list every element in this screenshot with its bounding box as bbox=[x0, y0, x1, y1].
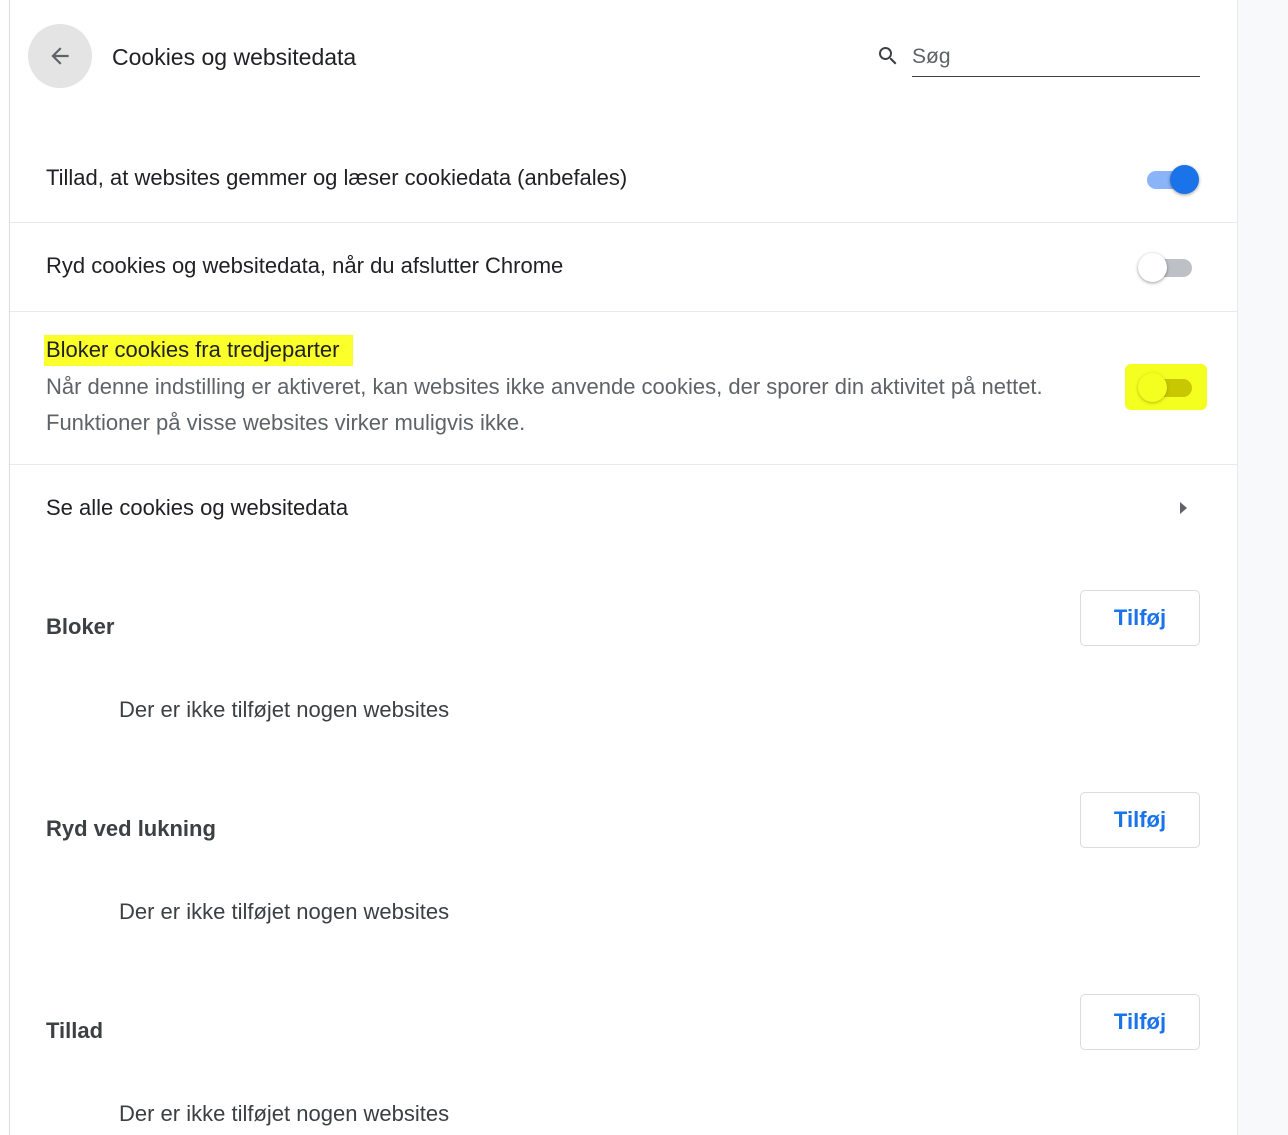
block-third-party-label: Bloker cookies fra tredjeparter bbox=[44, 335, 354, 366]
add-clear-on-exit-button[interactable]: Tilføj bbox=[1080, 792, 1200, 848]
clear-on-exit-toggle[interactable] bbox=[1138, 252, 1194, 282]
setting-label: Tillad, at websites gemmer og læser cook… bbox=[46, 165, 628, 190]
back-button[interactable] bbox=[28, 24, 92, 88]
empty-list-message: Der er ikke tilføjet nogen websites bbox=[119, 697, 450, 722]
arrow-back-icon bbox=[51, 47, 69, 65]
see-all-label: Se alle cookies og websitedata bbox=[46, 495, 349, 520]
allow-cookies-toggle[interactable] bbox=[1143, 164, 1199, 194]
toggle-knob bbox=[1138, 253, 1167, 282]
setting-label: Ryd cookies og websitedata, når du afslu… bbox=[46, 253, 564, 278]
setting-description-line2: Funktioner på visse websites virker muli… bbox=[46, 410, 526, 435]
section-title-clear-on-exit: Ryd ved lukning bbox=[46, 816, 216, 841]
search-input[interactable] bbox=[912, 38, 1200, 77]
see-all-cookies-link[interactable]: Se alle cookies og websitedata bbox=[10, 464, 1237, 552]
section-title-block: Bloker bbox=[46, 614, 115, 639]
setting-row-allow-cookies: Tillad, at websites gemmer og læser cook… bbox=[10, 134, 1237, 223]
settings-panel: Cookies og websitedata Tillad, at websit… bbox=[10, 0, 1237, 1135]
toggle-knob bbox=[1170, 165, 1199, 194]
empty-list-message: Der er ikke tilføjet nogen websites bbox=[119, 1101, 450, 1126]
page-title: Cookies og websitedata bbox=[112, 44, 357, 70]
right-gutter bbox=[1238, 0, 1288, 1135]
settings-page: Cookies og websitedata Tillad, at websit… bbox=[0, 0, 1288, 1135]
setting-row-block-third-party: Bloker cookies fra tredjeparter Når denn… bbox=[10, 311, 1237, 465]
search-icon[interactable] bbox=[876, 44, 900, 68]
block-third-party-toggle[interactable] bbox=[1138, 372, 1194, 402]
setting-label-highlighted: Bloker cookies fra tredjeparter bbox=[44, 335, 354, 366]
chevron-right-icon bbox=[1180, 502, 1187, 514]
empty-list-message: Der er ikke tilføjet nogen websites bbox=[119, 899, 450, 924]
setting-row-clear-on-exit: Ryd cookies og websitedata, når du afslu… bbox=[10, 222, 1237, 312]
setting-description-line1: Når denne indstilling er aktiveret, kan … bbox=[46, 374, 1043, 399]
add-allow-button[interactable]: Tilføj bbox=[1080, 994, 1200, 1050]
toggle-knob bbox=[1138, 373, 1167, 402]
search-box bbox=[876, 38, 1201, 78]
section-title-allow: Tillad bbox=[46, 1018, 104, 1043]
add-block-button[interactable]: Tilføj bbox=[1080, 590, 1200, 646]
